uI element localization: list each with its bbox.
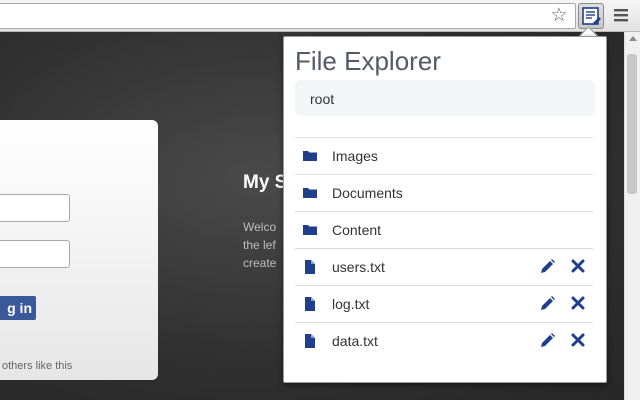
hamburger-menu-icon bbox=[614, 9, 628, 22]
others-like-text: others like this bbox=[2, 360, 73, 372]
path-text: root bbox=[310, 91, 335, 107]
item-label: log.txt bbox=[332, 296, 370, 312]
folder-row-images[interactable]: Images bbox=[295, 138, 593, 175]
folder-icon bbox=[303, 188, 317, 198]
file-icon bbox=[305, 260, 315, 274]
file-row-log[interactable]: log.txt bbox=[295, 286, 593, 323]
delete-x-icon[interactable] bbox=[571, 333, 585, 347]
item-label: data.txt bbox=[332, 333, 378, 349]
folder-row-content[interactable]: Content bbox=[295, 212, 593, 249]
popup-title: File Explorer bbox=[295, 46, 441, 76]
address-bar[interactable] bbox=[0, 3, 576, 29]
item-label: Content bbox=[332, 222, 382, 238]
file-explorer-extension-button[interactable] bbox=[578, 3, 604, 29]
file-explorer-popup: File Explorer root Images Documents Cont… bbox=[283, 36, 607, 383]
delete-x-icon[interactable] bbox=[571, 259, 585, 273]
pencil-edit-icon[interactable] bbox=[540, 296, 555, 311]
file-icon bbox=[305, 297, 315, 311]
path-breadcrumb[interactable]: root bbox=[295, 80, 595, 116]
item-label: users.txt bbox=[332, 259, 385, 275]
star-icon[interactable]: ☆ bbox=[549, 5, 569, 25]
file-explorer-extension-icon bbox=[582, 7, 601, 25]
delete-x-icon[interactable] bbox=[571, 296, 585, 310]
file-row-users[interactable]: users.txt bbox=[295, 249, 593, 286]
file-row-data[interactable]: data.txt bbox=[295, 323, 593, 359]
file-list: Images Documents Content users.txt log.t… bbox=[295, 137, 593, 359]
login-email-input[interactable] bbox=[0, 194, 70, 222]
browser-toolbar: ☆ bbox=[0, 0, 640, 32]
scroll-up-arrow-icon[interactable] bbox=[629, 36, 637, 41]
page-scrollbar[interactable] bbox=[624, 32, 640, 400]
welcome-text: Welco the lef create bbox=[243, 220, 277, 270]
login-button[interactable]: g in bbox=[0, 296, 36, 320]
folder-icon bbox=[303, 151, 317, 161]
browser-menu-button[interactable] bbox=[612, 6, 630, 24]
item-label: Images bbox=[332, 148, 378, 164]
folder-row-documents[interactable]: Documents bbox=[295, 175, 593, 212]
scroll-thumb[interactable] bbox=[627, 54, 637, 194]
pencil-edit-icon[interactable] bbox=[540, 333, 555, 348]
pencil-edit-icon[interactable] bbox=[540, 259, 555, 274]
item-label: Documents bbox=[332, 185, 403, 201]
page-heading: My S bbox=[243, 172, 288, 193]
file-icon bbox=[305, 334, 315, 348]
login-password-input[interactable] bbox=[0, 240, 70, 268]
folder-icon bbox=[303, 225, 317, 235]
